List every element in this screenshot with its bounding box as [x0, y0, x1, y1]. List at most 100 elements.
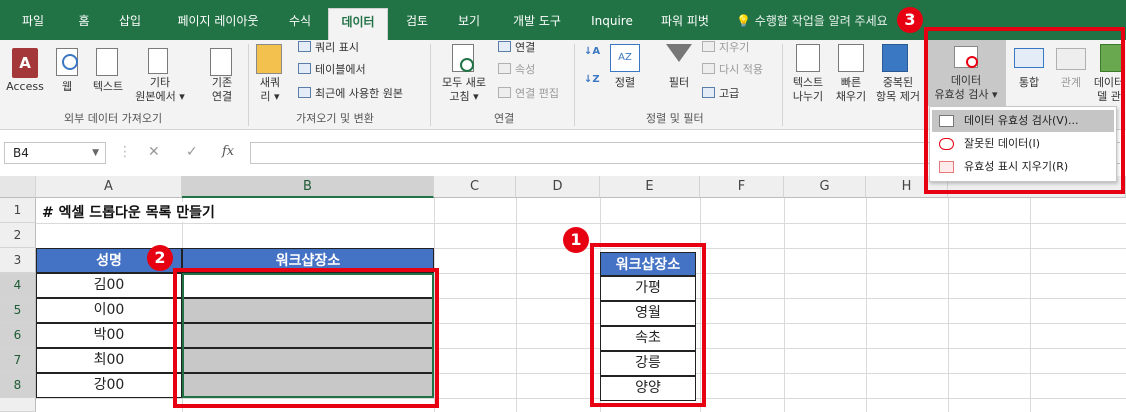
gridline [948, 198, 949, 412]
column-header-g[interactable]: G [784, 176, 866, 198]
ribbon-separator [430, 44, 431, 126]
tab-file[interactable]: 파일 [10, 8, 56, 40]
properties-button[interactable]: 속성 [498, 62, 535, 78]
advanced-filter-icon [702, 87, 715, 98]
row-header-2[interactable]: 2 [0, 223, 36, 248]
name-cell[interactable]: 김00 [36, 273, 182, 298]
edit-links-button[interactable]: 연결 편집 [498, 86, 559, 102]
text-button[interactable]: 텍스트 [86, 80, 130, 94]
connections-label: 연결 [515, 41, 536, 54]
tab-inquire[interactable]: Inquire [582, 8, 642, 40]
name-cell[interactable]: 강00 [36, 373, 182, 398]
tab-power-pivot[interactable]: 파워 피벗 [650, 8, 720, 40]
tell-me-search[interactable]: 💡 수행할 작업을 알려 주세요 [736, 8, 916, 40]
tab-formulas[interactable]: 수식 [278, 8, 322, 40]
remove-dup-label-1: 중복된 [882, 76, 914, 89]
column-header-e[interactable]: E [600, 176, 700, 198]
flash-fill-button[interactable]: 빠른 채우기 [830, 76, 872, 104]
text-to-columns-button[interactable]: 텍스트 나누기 [786, 76, 830, 104]
cancel-icon[interactable]: ✕ [148, 144, 160, 160]
existing-connections-button[interactable]: 기존 연결 [200, 76, 244, 104]
column-header-a[interactable]: A [36, 176, 182, 198]
properties-icon [498, 63, 511, 74]
sort-az-icon: ↓A [584, 46, 601, 57]
name-cell[interactable]: 이00 [36, 298, 182, 323]
other-sources-label-2: 원본에서 ▾ [135, 90, 185, 103]
text-to-columns-label-1: 텍스트 [792, 76, 824, 89]
ribbon-separator [782, 44, 783, 126]
sort-dialog-icon: AZ [610, 44, 640, 72]
from-table-label: 테이블에서 [315, 63, 366, 76]
row-header-3[interactable]: 3 [0, 248, 36, 273]
edit-links-label: 연결 편집 [515, 87, 559, 100]
tab-data[interactable]: 데이터 [328, 8, 388, 40]
refresh-all-label-2: 고침 ▾ [449, 90, 479, 103]
row-header-8[interactable]: 8 [0, 373, 36, 398]
web-button[interactable]: 웹 [52, 80, 82, 94]
reapply-label: 다시 적용 [719, 63, 763, 76]
remove-duplicates-button[interactable]: 중복된 항목 제거 [872, 76, 924, 104]
name-cell[interactable]: 최00 [36, 348, 182, 373]
sheet-title[interactable]: # 엑셀 드롭다운 목록 만들기 [42, 202, 382, 222]
new-query-icon [256, 44, 282, 74]
refresh-all-button[interactable]: 모두 새로 고침 ▾ [436, 76, 492, 104]
row-header-7[interactable]: 7 [0, 348, 36, 373]
tab-view[interactable]: 보기 [446, 8, 492, 40]
gridline [36, 223, 1126, 224]
new-query-label-1: 새쿼 [259, 76, 281, 89]
text-to-columns-label-2: 나누기 [792, 90, 824, 103]
advanced-filter-button[interactable]: 고급 [702, 86, 739, 102]
tab-page-layout[interactable]: 페이지 레이아웃 [162, 8, 274, 40]
tab-home[interactable]: 홈 [66, 8, 102, 40]
reapply-icon [702, 63, 715, 74]
remove-duplicates-icon [882, 44, 908, 72]
row-header-1[interactable]: 1 [0, 198, 36, 223]
remove-dup-label-2: 항목 제거 [876, 90, 920, 103]
callout-box-2 [173, 268, 439, 408]
new-query-button[interactable]: 새쿼 리 ▾ [252, 76, 288, 104]
text-to-columns-icon [796, 44, 820, 72]
name-box[interactable]: B4 ▼ [4, 142, 106, 164]
show-queries-button[interactable]: 쿼리 표시 [298, 40, 359, 56]
column-header-b[interactable]: B [182, 176, 434, 198]
edit-links-icon [498, 87, 511, 98]
group-label-connections: 연결 [494, 112, 515, 125]
refresh-arrow-icon [460, 58, 474, 72]
table-icon [298, 41, 311, 52]
callout-badge-2: 2 [147, 245, 173, 271]
row-header-6[interactable]: 6 [0, 323, 36, 348]
connections-button[interactable]: 연결 [498, 40, 535, 56]
lightbulb-icon: 💡 [736, 14, 751, 28]
sort-button[interactable]: 정렬 [608, 76, 642, 90]
worksheet-grid: A B C D E F G H 1 2 3 4 5 6 7 8 # 엑셀 드롭다… [0, 176, 1126, 412]
enter-icon[interactable]: ✓ [186, 144, 198, 160]
tab-review[interactable]: 검토 [394, 8, 440, 40]
row-header-9[interactable] [0, 398, 36, 412]
select-all-corner[interactable] [0, 176, 36, 198]
insert-function-icon[interactable]: fx [222, 144, 234, 159]
gridline [784, 198, 785, 412]
access-icon: A [12, 48, 38, 78]
name-cell[interactable]: 박00 [36, 323, 182, 348]
tab-insert[interactable]: 삽입 [108, 8, 152, 40]
chevron-down-icon[interactable]: ▼ [92, 143, 99, 163]
column-header-f[interactable]: F [700, 176, 784, 198]
tab-developer[interactable]: 개발 도구 [502, 8, 572, 40]
from-table-button[interactable]: 테이블에서 [298, 62, 366, 78]
clear-filter-button[interactable]: 지우기 [702, 40, 749, 56]
access-button[interactable]: Access [4, 80, 46, 94]
column-header-c[interactable]: C [434, 176, 516, 198]
callout-badge-1: 1 [563, 227, 589, 253]
existing-connections-icon [210, 48, 232, 76]
reapply-button[interactable]: 다시 적용 [702, 62, 763, 78]
column-header-d[interactable]: D [516, 176, 600, 198]
properties-label: 속성 [515, 63, 536, 76]
callout-badge-3: 3 [897, 7, 923, 33]
row-header-4[interactable]: 4 [0, 273, 36, 298]
ribbon-separator [248, 44, 249, 126]
row-header-5[interactable]: 5 [0, 298, 36, 323]
existing-label-2: 연결 [211, 90, 233, 103]
recent-sources-button[interactable]: 최근에 사용한 원본 [298, 86, 403, 102]
filter-button[interactable]: 필터 [660, 76, 698, 90]
other-sources-button[interactable]: 기타 원본에서 ▾ [132, 76, 188, 104]
